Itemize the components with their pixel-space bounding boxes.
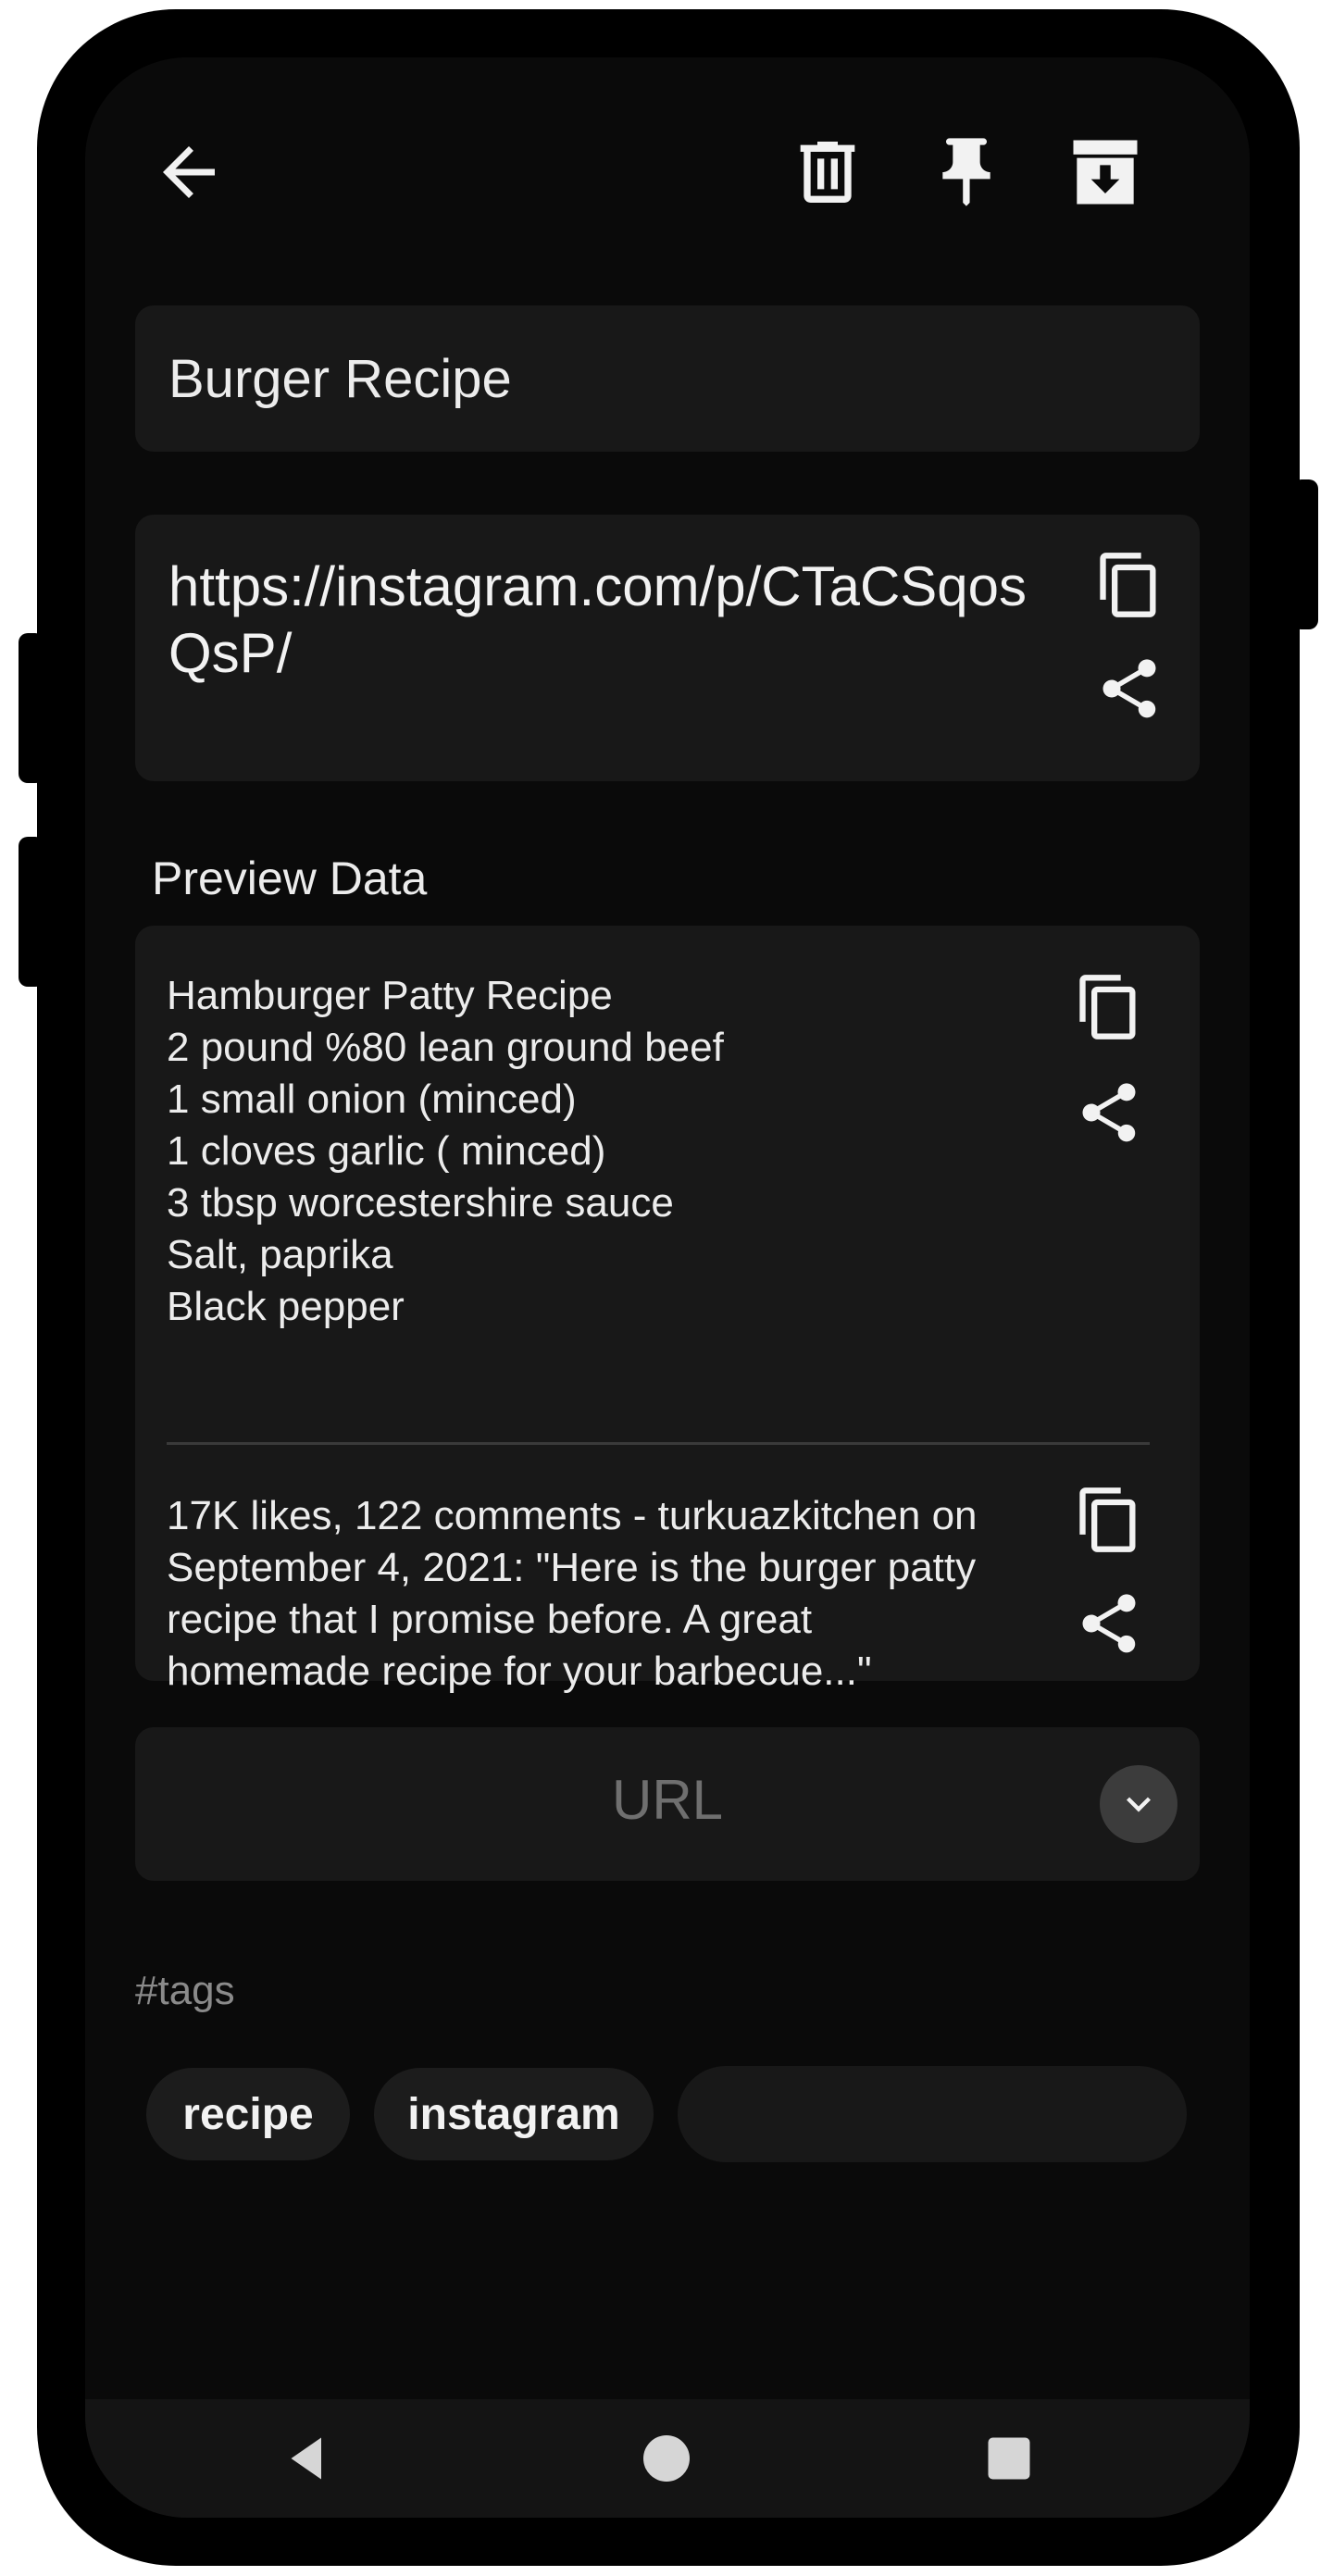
share-icon	[1082, 1594, 1136, 1653]
nav-back-button[interactable]	[270, 2421, 344, 2495]
arrow-left-icon	[163, 146, 215, 198]
share-preview-title-button[interactable]	[1072, 1076, 1146, 1150]
url-text[interactable]: https://instagram.com/p/CTaCSqosQsP/	[168, 554, 1057, 687]
copy-icon	[1079, 1487, 1136, 1552]
archive-button[interactable]	[1059, 126, 1152, 218]
note-title: Burger Recipe	[168, 349, 512, 409]
archive-icon	[1073, 140, 1138, 205]
share-preview-description-button[interactable]	[1072, 1587, 1146, 1661]
pin-button[interactable]	[920, 126, 1013, 218]
copy-icon	[1079, 975, 1136, 1039]
type-dropdown[interactable]: URL	[135, 1727, 1200, 1881]
preview-description-text: 17K likes, 122 comments - turkuazkitchen…	[167, 1493, 978, 1694]
preview-title-text: Hamburger Patty Recipe 2 pound %80 lean …	[167, 973, 724, 1329]
preview-card: Hamburger Patty Recipe 2 pound %80 lean …	[135, 926, 1200, 1694]
url-card: https://instagram.com/p/CTaCSqosQsP/	[135, 515, 1200, 781]
trash-icon	[800, 142, 855, 203]
copy-icon	[1100, 553, 1156, 617]
nav-home-button[interactable]	[629, 2421, 704, 2495]
triangle-back-icon	[291, 2437, 321, 2480]
type-dropdown-value: URL	[611, 1769, 724, 1831]
circle-home-icon	[643, 2435, 690, 2482]
title-field[interactable]: Burger Recipe	[135, 305, 1200, 452]
back-button[interactable]	[143, 126, 235, 218]
system-nav-bar	[85, 2399, 1250, 2518]
device-mockup: Burger Recipe https://instagram.com/p/CT…	[0, 0, 1333, 2576]
chevron-down-icon	[1127, 1797, 1151, 1812]
square-recents-icon	[988, 2437, 1030, 2480]
app-screen: Burger Recipe https://instagram.com/p/CT…	[85, 57, 1250, 2518]
copy-url-button[interactable]	[1092, 548, 1166, 622]
dropdown-toggle[interactable]	[1100, 1765, 1177, 1843]
share-url-button[interactable]	[1092, 652, 1166, 726]
delete-button[interactable]	[781, 126, 874, 218]
tag-input[interactable]	[678, 2066, 1187, 2162]
preview-divider	[167, 1442, 1150, 1445]
share-icon	[1082, 1083, 1136, 1142]
pin-icon	[942, 138, 990, 206]
copy-preview-description-button[interactable]	[1072, 1483, 1146, 1557]
copy-preview-title-button[interactable]	[1072, 970, 1146, 1044]
preview-data-label: Preview Data	[152, 852, 428, 904]
share-icon	[1103, 659, 1156, 718]
tag-chip[interactable]: recipe	[146, 2068, 350, 2160]
tags-label: #tags	[135, 1968, 235, 2013]
nav-recents-button[interactable]	[972, 2421, 1046, 2495]
tag-chip[interactable]: instagram	[374, 2068, 654, 2160]
